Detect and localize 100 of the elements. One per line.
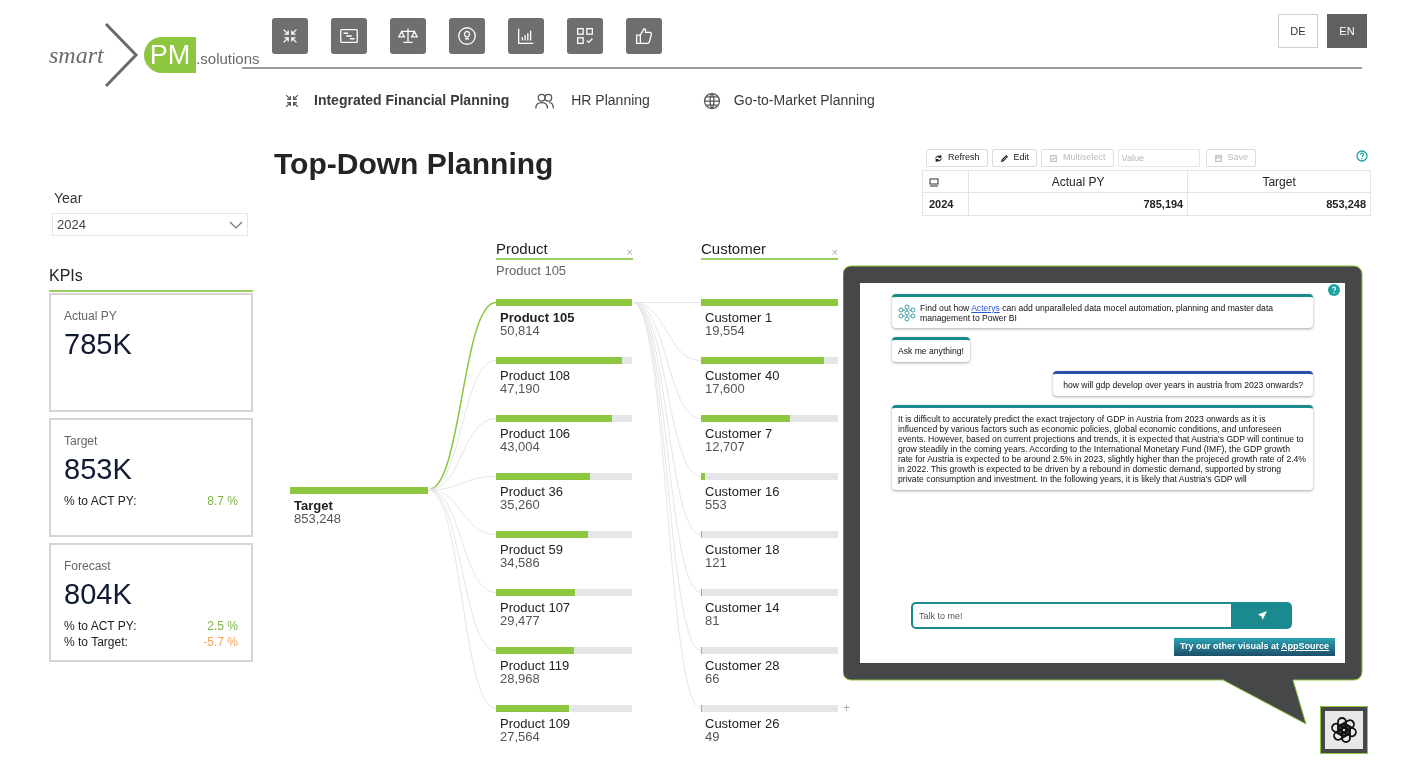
node-label[interactable]: Product 59 [500,543,563,556]
node-value: 12,707 [705,440,745,453]
node-value: 43,004 [500,440,540,453]
level-filter: Product 105 [496,262,567,280]
node-value: 66 [705,672,720,685]
node-value: 34,586 [500,556,540,569]
toolbar-button[interactable] [626,18,662,54]
toolbar-button[interactable] [449,18,485,54]
node-label[interactable]: Customer 28 [705,659,780,672]
kpi-value: 785K [64,327,132,362]
kpi-title: Target [64,433,98,450]
grid-check-icon [574,25,596,47]
node-value: 853,248 [294,512,341,525]
node-value: 50,814 [500,324,540,337]
help-icon[interactable] [1328,284,1340,296]
year-dropdown[interactable]: 2024 [52,213,248,236]
network-icon [898,303,916,322]
language-button[interactable]: DE [1278,14,1318,48]
node-label[interactable]: Customer 7 [705,427,773,440]
chat-message-text: It is difficult to accurately predict the exact trajectory of GDP in Austria from 2023 onwards as it is influenced by various factors such as economic policies, global economic conditions, and unforeseen events. However, based on current projections and trends, it is expected that Austria's GDP will continue to grow steadily in the coming years. According to the International Monetary Fund (IMF), the GDP growth rate for Austria is expected to be around 2.5% in 2023, slightly higher than the projeced growth rate of 2.4% in 2022. This growth is expected to be driven by a rebound in domestic demand, supported by strong private consumption and investment. In the following years, it is likely that Austria's GDP will [898,414,1307,484]
table-cell: 853,248 [1187,192,1371,216]
node-value: 121 [705,556,727,569]
nav-tab[interactable]: Integrated Financial Planning [314,90,510,111]
toolbar-button[interactable] [390,18,426,54]
node-value: 81 [705,614,720,627]
node-label[interactable]: Customer 40 [705,369,780,382]
value-field[interactable]: Value [1117,149,1200,167]
toolbar-button[interactable] [508,18,544,54]
node-label[interactable]: Customer 14 [705,601,780,614]
toolbar-button[interactable] [567,18,603,54]
node-label[interactable]: Product 108 [500,369,571,382]
node-value: 49 [705,730,720,743]
node-label[interactable]: Customer 18 [705,543,780,556]
kpi-title: Actual PY [64,308,117,325]
level-title: Customer [701,240,767,258]
toolbar-button[interactable]: Refresh [926,149,988,167]
node-label[interactable]: Product 119 [500,659,570,672]
node-label[interactable]: Customer 1 [705,311,773,324]
logo-text: .solutions [196,48,260,69]
kpi-title: Forecast [64,558,111,575]
node-value: 28,968 [500,672,540,685]
kpi-delta: -5.7 % [203,634,238,650]
node-label[interactable]: Customer 16 [705,485,780,498]
kpi-label: % to Target: [64,634,128,650]
table-icon [929,177,939,187]
node-label[interactable]: Target [294,499,333,512]
promo-banner: Try our other visuals at AppSource [1173,638,1335,656]
link[interactable]: Acterys [971,302,1000,313]
table-cell: 785,194 [968,192,1188,216]
send-icon [1257,610,1268,621]
pencil-icon [999,153,1009,163]
node-label[interactable]: Product 36 [500,485,563,498]
toolbar-button[interactable] [331,18,367,54]
help-icon[interactable] [1356,150,1368,162]
node-value: 35,260 [500,498,540,511]
node-label[interactable]: Product 105 [500,311,575,324]
link[interactable]: AppSource [1281,640,1329,654]
knot-icon [1329,715,1359,745]
kpi-label: % to ACT PY: [64,493,137,509]
logo-text: smart [49,41,104,70]
node-label[interactable]: Product 109 [500,717,571,730]
level-title: Product [496,240,548,258]
lightbulb-icon [456,25,478,47]
kpi-value: 853K [64,452,132,487]
node-value: 19,554 [705,324,745,337]
language-button[interactable]: EN [1327,14,1367,48]
toolbar-button[interactable] [272,18,308,54]
kpi-delta: 8.7 % [207,493,238,509]
column-header: Target [1187,170,1371,193]
nav-tab[interactable]: Go-to-Market Planning [733,90,875,111]
node-value: 47,190 [500,382,540,395]
node-label[interactable]: Product 107 [500,601,571,614]
chat-message-text: Ask me anything! [898,346,964,356]
node-label[interactable]: Product 106 [500,427,571,440]
chevron-down-icon [229,220,243,229]
kpi-delta: 2.5 % [207,618,238,634]
node-value: 27,564 [500,730,540,743]
globe-icon [701,90,722,111]
kpi-label: % to ACT PY: [64,618,137,634]
column-header: Actual PY [968,170,1188,193]
message-input[interactable]: Talk to me! [911,602,1233,629]
kpi-value: 804K [64,577,132,612]
chat-message-text: how will gdp develop over years in austria from 2023 onwards? [1063,380,1303,390]
thumbs-up-icon [633,25,655,47]
refresh-icon [934,153,943,163]
chat-message-text: Find out how Acterys can add unparalleled data mocel automation, planning and master data management to Power BI [920,302,1275,323]
send-button[interactable] [1233,602,1292,629]
node-value: 29,477 [500,614,540,627]
node-label[interactable]: Customer 26 [705,717,780,730]
row-header: 2024 [922,192,969,216]
nav-tab[interactable]: HR Planning [571,90,650,111]
page-title: Top-Down Planning [274,146,554,182]
toolbar-button[interactable]: Edit [991,149,1038,167]
checkbox-icon [1049,153,1059,163]
section-heading: KPIs [49,267,83,284]
chat-toggle-button[interactable] [1320,706,1368,754]
filter-label: Year [53,189,84,208]
save-icon [1213,153,1223,163]
node-value: 553 [705,498,727,511]
logo-badge: PM [143,37,197,73]
